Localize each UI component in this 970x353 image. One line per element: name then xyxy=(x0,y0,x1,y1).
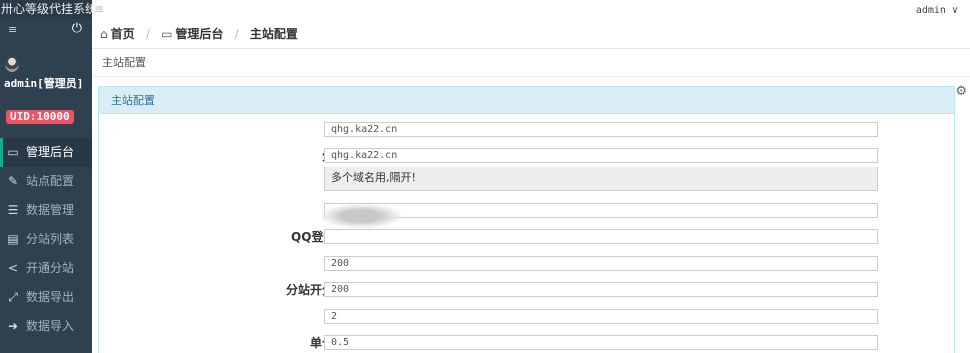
sidebar-item-label: 数据管理 xyxy=(26,203,75,217)
form-row-sub-coin: 分站开分站提成金币数 xyxy=(99,280,954,300)
home-icon: ⌂ xyxy=(100,27,108,41)
breadcrumb: ⌂ 首页 / ▭ 管理后台 / 主站配置 xyxy=(92,19,970,49)
breadcrumb-home[interactable]: 首页 xyxy=(111,27,135,41)
qq-api-input[interactable] xyxy=(324,229,878,244)
breadcrumb-separator: / xyxy=(234,27,239,41)
sidebar-item-label: 站点配置 xyxy=(26,174,75,188)
sidebar-item-data-manage[interactable]: ☰ 数据管理 xyxy=(0,196,92,225)
sidebar-item-label: 分站列表 xyxy=(26,232,75,246)
sidebar-item-label: 开通分站 xyxy=(26,261,75,275)
sidebar-item-label: 数据导入 xyxy=(26,319,75,333)
sub-domains-hint: 多个域名用,隔开! xyxy=(324,167,878,191)
sub-coin-input[interactable] xyxy=(324,282,878,297)
import-icon: ➜ xyxy=(7,319,19,333)
form-row-item-price: 单个项目代挂价格 xyxy=(99,333,954,353)
sidebar-item-open-substation[interactable]: < 开通分站 xyxy=(0,254,92,283)
form-row-qq-api: QQ登录调用API地址 xyxy=(99,227,954,247)
page-title: 主站配置 xyxy=(92,49,970,77)
owner-qq-input[interactable] xyxy=(324,203,878,218)
panel-title: 主站配置 xyxy=(99,87,954,114)
breadcrumb-separator: / xyxy=(145,27,150,41)
breadcrumb-current: 主站配置 xyxy=(249,27,298,41)
sidebar-item-export[interactable]: ⤢ 数据导出 xyxy=(0,283,92,312)
top-bar: ≡ admin ∨ xyxy=(92,0,970,19)
sidebar-item-label: 数据导出 xyxy=(26,290,75,304)
sidebar-item-import[interactable]: ➜ 数据导入 xyxy=(0,312,92,341)
edit-icon: ✎ xyxy=(7,174,19,188)
main-site-url-input[interactable] xyxy=(324,122,878,137)
sidebar-item-admin[interactable]: ▭ 管理后台 xyxy=(0,138,92,167)
config-panel: 主站配置 主站地址 分站可选择域名 多个域名用,隔开! 主站站长QQ QQ登录调… xyxy=(98,86,955,353)
sub-domains-input[interactable] xyxy=(324,148,878,163)
menu-toggle-icon[interactable]: ≡ xyxy=(8,23,17,36)
full-price-input[interactable] xyxy=(324,309,878,324)
monitor-icon: ▭ xyxy=(161,27,173,41)
form-row-sub-domains: 分站可选择域名 xyxy=(99,146,954,166)
monitor-icon: ▭ xyxy=(7,145,19,159)
form-row-owner-qq: 主站站长QQ xyxy=(99,201,954,221)
gear-icon[interactable]: ⚙ xyxy=(955,84,967,99)
sidebar-user-name: admin[管理员] xyxy=(4,77,84,90)
sidebar-item-substation-list[interactable]: ▤ 分站列表 xyxy=(0,225,92,254)
table-icon: ▤ xyxy=(7,232,19,246)
sidebar-tools: ≡ ⏻ xyxy=(0,19,92,41)
sidebar-item-site-config[interactable]: ✎ 站点配置 xyxy=(0,167,92,196)
redacted-blur xyxy=(321,204,401,228)
form-row-sub-price: 开通分站价格 xyxy=(99,254,954,274)
list-icon: ☰ xyxy=(7,203,19,217)
menu-toggle-icon[interactable]: ≡ xyxy=(94,2,104,16)
sidebar-item-label: 管理后台 xyxy=(26,145,75,159)
breadcrumb-admin[interactable]: 管理后台 xyxy=(175,27,223,41)
sub-price-input[interactable] xyxy=(324,256,878,271)
app-brand[interactable]: 卅心等级代挂系统 xyxy=(0,0,92,19)
form-row-full-price: 全套代挂价格 xyxy=(99,307,954,327)
export-icon: ⤢ xyxy=(8,290,18,304)
item-price-input[interactable] xyxy=(324,335,878,350)
uid-badge: UID:10000 xyxy=(6,110,74,124)
power-icon[interactable]: ⏻ xyxy=(72,21,82,36)
form-row-main-site-url: 主站地址 xyxy=(99,120,954,140)
user-menu[interactable]: admin ∨ xyxy=(916,5,958,16)
avatar[interactable] xyxy=(5,56,19,72)
sidebar: 卅心等级代挂系统 ≡ ⏻ admin[管理员] UID:10000 ▭ 管理后台 … xyxy=(0,0,92,353)
share-icon: < xyxy=(7,261,19,275)
